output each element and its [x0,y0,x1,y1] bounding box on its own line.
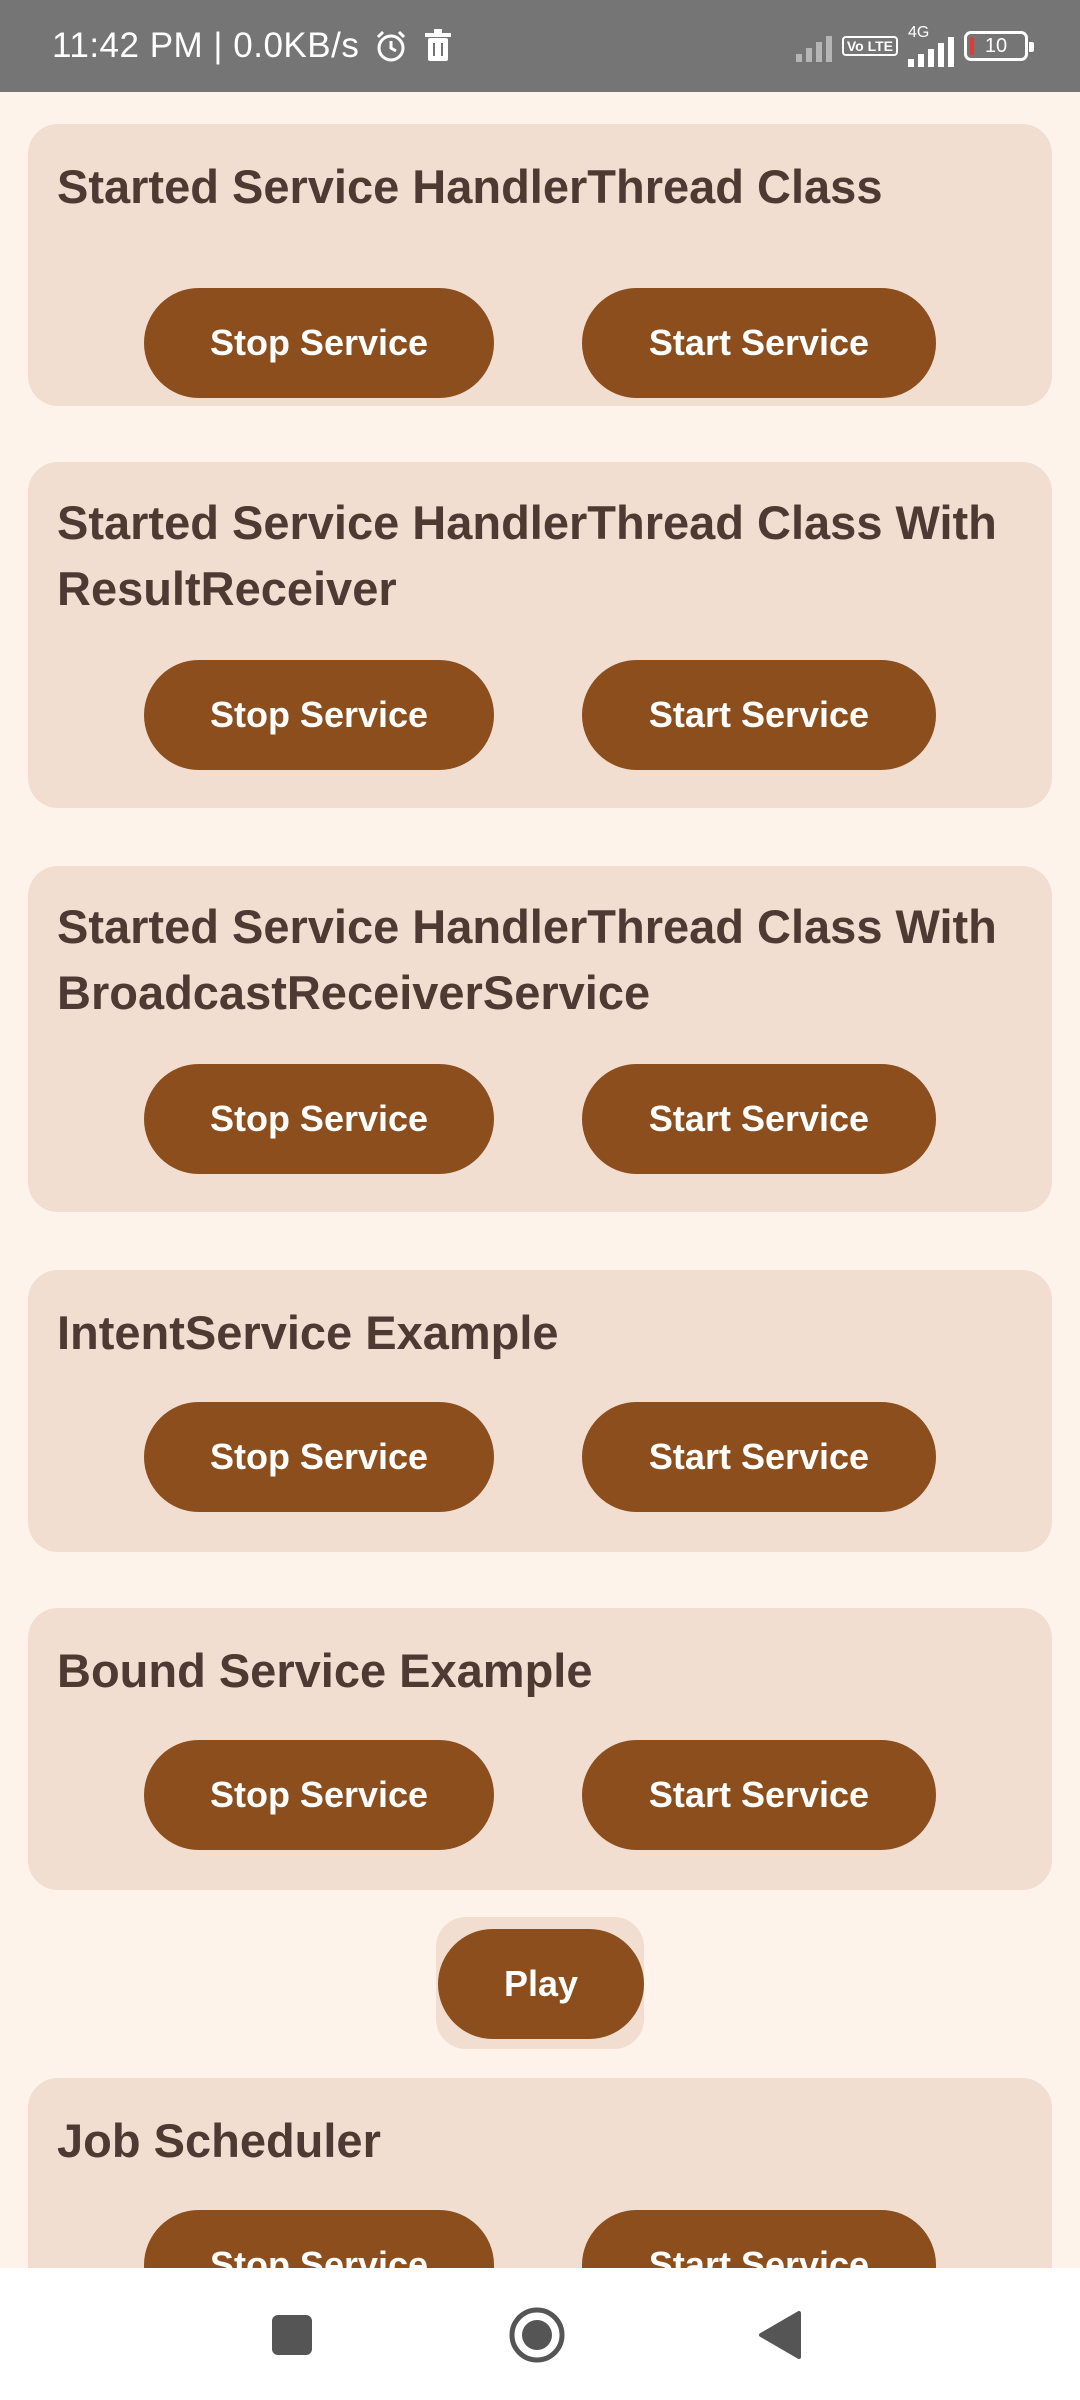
stop-service-button[interactable]: Stop Service [144,1740,494,1850]
navigation-bar [0,2268,1080,2400]
stop-service-button[interactable]: Stop Service [144,660,494,770]
start-service-button[interactable]: Start Service [582,1402,936,1512]
battery-level: 10 [984,34,1008,57]
home-circle-icon[interactable] [502,2300,572,2370]
service-list[interactable]: Started Service HandlerThread Class Stop… [0,92,1080,2268]
service-card: Started Service HandlerThread Class With… [28,462,1052,808]
card-title: Job Scheduler [57,2114,381,2167]
start-service-button[interactable]: Start Service [582,660,936,770]
play-container: Play [436,1917,644,2049]
service-card: Started Service HandlerThread Class With… [28,866,1052,1212]
stop-service-button[interactable]: Stop Service [144,288,494,398]
status-time-speed: 11:42 PM | 0.0KB/s [52,26,360,65]
card-title: IntentService Example [57,1306,559,1359]
service-card: Started Service HandlerThread Class Stop… [28,124,1052,406]
status-bar: 11:42 PM | 0.0KB/s Vo LTE 4G 10 [0,0,1080,92]
card-title: Started Service HandlerThread Class With… [57,900,997,1019]
battery-icon: 10 [964,31,1034,61]
signal-muted-icon [795,30,832,62]
back-triangle-icon[interactable] [745,2300,815,2370]
trash-icon [423,29,453,63]
volte-icon: Vo LTE [841,36,898,56]
start-service-button[interactable]: Start Service [582,1064,936,1174]
stop-service-button[interactable]: Stop Service [144,2210,494,2268]
play-button[interactable]: Play [438,1929,644,2039]
service-card: IntentService Example Stop Service Start… [28,1270,1052,1552]
stop-service-button[interactable]: Stop Service [144,1064,494,1174]
network-type-label: 4G [908,24,930,41]
start-service-button[interactable]: Start Service [582,288,936,398]
card-title: Bound Service Example [57,1644,593,1697]
stop-service-button[interactable]: Stop Service [144,1402,494,1512]
recents-square-icon[interactable] [257,2300,327,2370]
service-card: Job Scheduler Stop Service Start Service [28,2078,1052,2268]
service-card: Bound Service Example Stop Service Start… [28,1608,1052,1890]
alarm-icon [373,28,409,64]
card-title: Started Service HandlerThread Class With… [57,496,997,615]
card-title: Started Service HandlerThread Class [57,160,883,213]
start-service-button[interactable]: Start Service [582,1740,936,1850]
signal-4g-icon: 4G [908,25,954,67]
start-service-button[interactable]: Start Service [582,2210,936,2268]
